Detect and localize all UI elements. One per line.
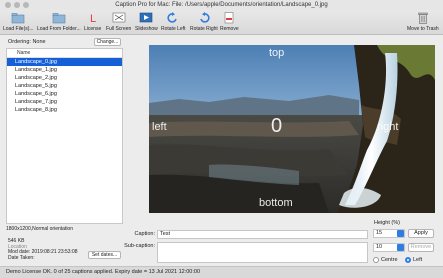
license-l-icon: L	[90, 13, 96, 24]
license-button[interactable]: L License	[84, 12, 101, 32]
list-item[interactable]: Landscape_1.jpg	[7, 66, 122, 74]
window-controls	[5, 2, 29, 8]
minimize-window-button[interactable]	[14, 2, 20, 8]
chevron-down-icon[interactable]	[397, 244, 404, 251]
list-item[interactable]: Landscape_8.jpg	[7, 106, 122, 114]
svg-text:L: L	[90, 13, 96, 24]
subcaption-height-combo[interactable]: 10	[373, 243, 405, 252]
align-centre-radio[interactable]: Centre	[373, 257, 398, 263]
folder-icon	[11, 13, 25, 24]
list-item[interactable]: Landscape_2.jpg	[7, 74, 122, 82]
zoom-window-button[interactable]	[23, 2, 29, 8]
load-from-folder-button[interactable]: Load From Folder...	[37, 12, 81, 32]
slideshow-button[interactable]: Slideshow	[135, 12, 158, 32]
close-window-button[interactable]	[5, 2, 11, 8]
status-bar: Demo License OK. 0 of 25 captions applie…	[0, 266, 443, 278]
file-list-header[interactable]: Name	[7, 49, 122, 58]
list-item[interactable]: Landscape_5.jpg	[7, 82, 122, 90]
list-item[interactable]: Landscape_6.jpg	[7, 90, 122, 98]
date-taken: Date Taken:	[8, 254, 35, 261]
overlay-top-label: top	[269, 47, 285, 59]
file-metadata: 546 KB Location Mod date: 2019:08:21 23:…	[8, 238, 78, 261]
full-screen-button[interactable]: Full Screen	[106, 12, 131, 32]
align-left-radio[interactable]: Left	[405, 257, 422, 263]
ordering-label: Ordering: None	[8, 39, 46, 45]
slideshow-icon	[140, 12, 153, 23]
resolution-text: 1800x1200,Normal orientation	[6, 226, 73, 232]
rotate-right-icon	[200, 12, 210, 23]
apply-button[interactable]: Apply	[408, 229, 434, 238]
overlay-bottom-label: bottom	[259, 197, 293, 209]
remove-document-icon	[225, 12, 234, 24]
caption-label: Caption:	[134, 231, 156, 237]
toolbar: Load File(s)... Load From Folder... L Li…	[0, 10, 443, 35]
rotate-right-button[interactable]: Rotate Right	[190, 12, 218, 32]
overlay-right-label: right	[377, 121, 399, 133]
load-files-button[interactable]: Load File(s)...	[3, 12, 34, 32]
set-dates-button[interactable]: Set dates...	[88, 251, 121, 259]
move-to-trash-button[interactable]: Move to Trash	[407, 12, 439, 32]
trash-icon	[418, 12, 428, 24]
remove-caption-button[interactable]: Remove	[408, 243, 434, 252]
height-label: Height (%)	[374, 220, 400, 226]
caption-input[interactable]: Test	[157, 230, 368, 239]
subcaption-input[interactable]	[157, 242, 368, 263]
list-item[interactable]: Landscape_7.jpg	[7, 98, 122, 106]
subcaption-height-value: 10	[376, 244, 383, 250]
window-title: Caption Pro for Mac: File: /Users/apple/…	[115, 2, 328, 8]
radio-circle-icon	[405, 257, 411, 263]
list-item[interactable]: Landscape_0.jpg	[7, 58, 122, 66]
file-list[interactable]: Name Landscape_0.jpg Landscape_1.jpg Lan…	[6, 48, 123, 224]
caption-height-value: 15	[376, 230, 383, 236]
overlay-left-label: left	[152, 121, 167, 133]
image-preview: top left right 0 bottom	[149, 45, 435, 213]
remove-button[interactable]: Remove	[220, 12, 239, 32]
fullscreen-icon	[112, 12, 125, 23]
change-ordering-button[interactable]: Change...	[94, 38, 121, 46]
subcaption-label: Sub-caption:	[124, 243, 155, 249]
rotate-left-icon	[167, 12, 178, 23]
window-titlebar: Caption Pro for Mac: File: /Users/apple/…	[0, 0, 443, 10]
chevron-down-icon[interactable]	[397, 230, 404, 237]
folder-icon	[52, 13, 66, 24]
radio-circle-icon	[373, 257, 379, 263]
overlay-center-label: 0	[271, 115, 283, 137]
caption-height-combo[interactable]: 15	[373, 229, 405, 238]
rotate-left-button[interactable]: Rotate Left	[161, 12, 185, 32]
